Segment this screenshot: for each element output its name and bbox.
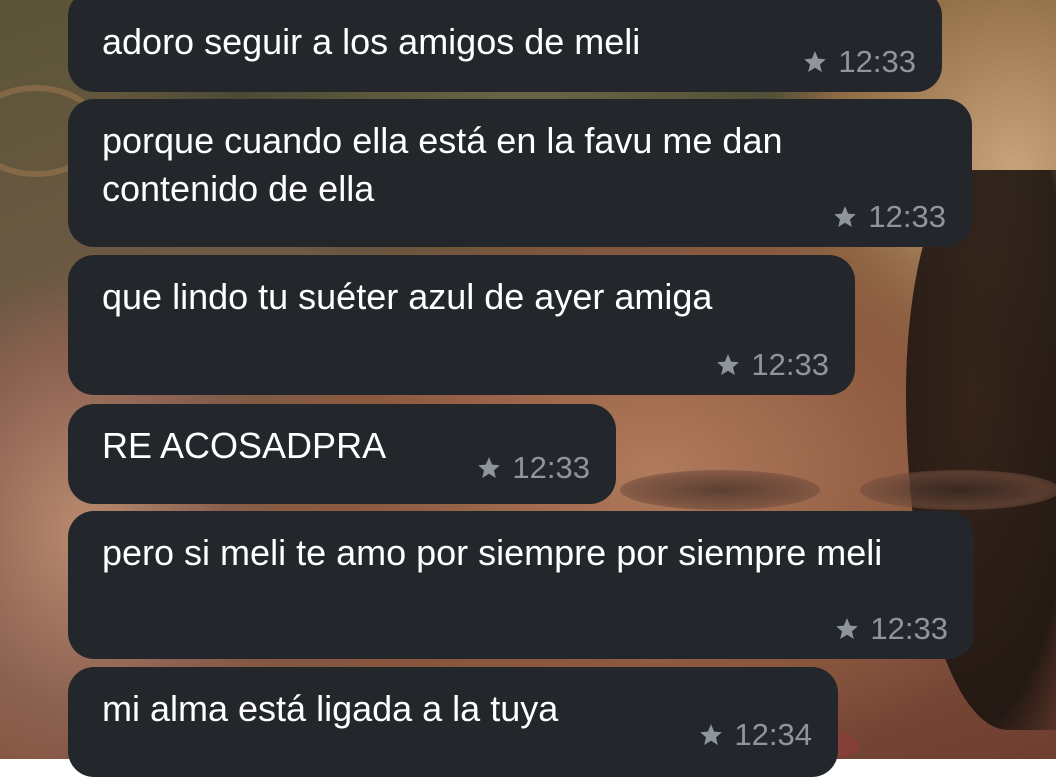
message-meta: 12:33 <box>476 450 590 486</box>
message-time: 12:33 <box>868 199 946 234</box>
message-time: 12:33 <box>838 44 916 79</box>
wallpaper-eye-shape <box>620 470 820 510</box>
message-bubble[interactable]: pero si meli te amo por siempre por siem… <box>68 511 974 659</box>
message-meta: 12:33 <box>715 347 829 383</box>
message-meta: 12:33 <box>802 44 916 80</box>
message-time: 12:33 <box>751 347 829 382</box>
message-meta: 12:33 <box>834 611 948 647</box>
message-bubble[interactable]: mi alma está ligada a la tuya 12:34 <box>68 667 838 777</box>
message-time: 12:33 <box>512 450 590 485</box>
message-text: pero si meli te amo por siempre por siem… <box>102 532 883 573</box>
message-time: 12:34 <box>734 717 812 752</box>
message-text: que lindo tu suéter azul de ayer amiga <box>102 276 713 317</box>
message-text: adoro seguir a los amigos de meli <box>102 21 641 62</box>
message-bubble[interactable]: que lindo tu suéter azul de ayer amiga 1… <box>68 255 855 395</box>
star-icon <box>717 354 740 375</box>
star-icon <box>834 206 857 227</box>
message-text: porque cuando ella está en la favu me da… <box>102 120 793 209</box>
message-bubble[interactable]: porque cuando ella está en la favu me da… <box>68 99 972 247</box>
message-meta: 12:34 <box>698 717 812 753</box>
message-time: 12:33 <box>870 611 948 646</box>
message-bubble[interactable]: adoro seguir a los amigos de meli 12:33 <box>68 0 942 92</box>
star-icon <box>836 618 859 639</box>
star-icon <box>804 51 827 72</box>
message-meta: 12:33 <box>832 199 946 235</box>
star-icon <box>700 724 723 745</box>
star-icon <box>478 457 501 478</box>
wallpaper-eye-shape <box>860 470 1056 510</box>
message-bubble[interactable]: RE ACOSADPRA 12:33 <box>68 404 616 504</box>
